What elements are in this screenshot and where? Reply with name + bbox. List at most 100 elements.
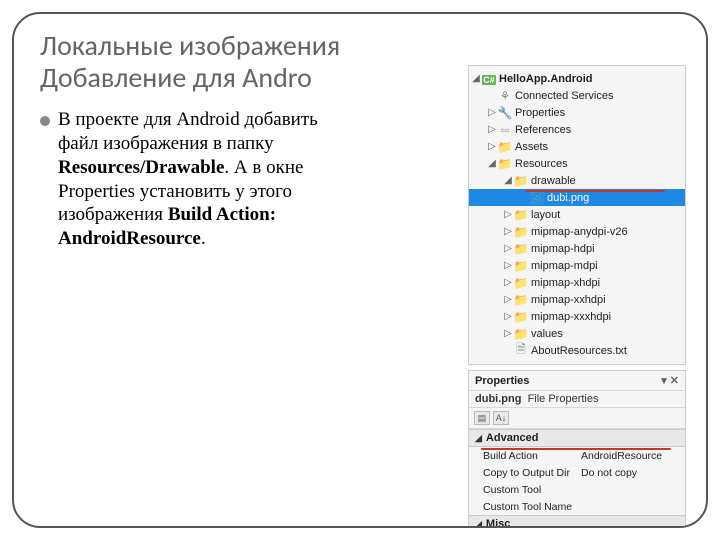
text-file-icon: 🗎 — [513, 340, 529, 361]
csharp-project-icon: C# — [481, 72, 497, 86]
tree-label: dubi.png — [545, 192, 589, 204]
property-row[interactable]: Custom Tool Name — [469, 498, 685, 515]
tree-label: References — [513, 124, 571, 136]
file-type-label: File Properties — [528, 393, 599, 405]
folder-icon: 📁 — [513, 208, 529, 222]
wrench-icon: 🔧 — [497, 106, 513, 120]
folder-icon: 📁 — [513, 293, 529, 307]
tree-item-resources[interactable]: ◢ 📁 Resources — [469, 155, 685, 172]
property-row[interactable]: Copy to Output Dir Do not copy — [469, 464, 685, 481]
properties-header: Properties ▾ ✕ — [469, 371, 685, 391]
solution-explorer-panel: ◢ C# HelloApp.Android ⚘ Connected Servic… — [468, 65, 686, 365]
content-columns: В проекте для Android добавить файл изоб… — [40, 108, 680, 251]
property-key: Custom Tool — [469, 481, 577, 498]
image-file-icon: 🖼 — [529, 191, 545, 205]
tree-label: mipmap-anydpi-v26 — [529, 226, 628, 238]
body-paragraph: В проекте для Android добавить файл изоб… — [58, 108, 360, 251]
selected-file-name: dubi.png — [475, 393, 521, 405]
chevron-down-icon: ◢ — [475, 433, 482, 444]
title-line-1: Локальные изображения — [40, 28, 340, 63]
cloud-icon: ⚘ — [497, 89, 513, 103]
category-label: Misc — [486, 518, 510, 528]
folder-icon: 📁 — [513, 242, 529, 256]
folder-icon: 📁 — [497, 157, 513, 171]
body-bullet: В проекте для Android добавить файл изоб… — [40, 108, 360, 251]
tree-item[interactable]: ▷ 📁 layout — [469, 206, 685, 223]
tree-label: HelloApp.Android — [497, 73, 593, 85]
property-value — [577, 498, 685, 515]
properties-title: Properties — [475, 375, 529, 387]
tree-label: Resources — [513, 158, 568, 170]
categorize-button[interactable]: ▤ — [474, 411, 490, 425]
folder-icon: 📁 — [513, 225, 529, 239]
chevron-down-icon: ◢ — [475, 519, 482, 528]
folder-icon: 📁 — [513, 327, 529, 341]
tree-label: Properties — [513, 107, 565, 119]
chevron-right-icon: ▷ — [503, 260, 513, 271]
chevron-right-icon: ▷ — [503, 277, 513, 288]
tree-label: values — [529, 328, 563, 340]
tree-item[interactable]: 🗎 AboutResources.txt — [469, 342, 685, 359]
bullet-dot-icon — [40, 116, 50, 126]
folder-icon: 📁 — [513, 259, 529, 273]
property-value: Do not copy — [577, 464, 685, 481]
tree-label: mipmap-mdpi — [529, 260, 598, 272]
property-row[interactable]: Custom Tool — [469, 481, 685, 498]
sort-button[interactable]: A↓ — [493, 411, 509, 425]
tree-label: mipmap-xhdpi — [529, 277, 600, 289]
tree-label: AboutResources.txt — [529, 345, 627, 357]
folder-icon: 📁 — [513, 174, 529, 188]
close-icon[interactable]: ▾ ✕ — [661, 374, 679, 387]
properties-subtitle: dubi.png File Properties — [469, 391, 685, 408]
tree-label: mipmap-xxxhdpi — [529, 311, 611, 323]
chevron-down-icon: ◢ — [487, 158, 497, 169]
tree-item[interactable]: ▷ 📁 mipmap-anydpi-v26 — [469, 223, 685, 240]
tree-item[interactable]: ▷ 📁 mipmap-mdpi — [469, 257, 685, 274]
folder-icon: 📁 — [497, 140, 513, 154]
tree-label: layout — [529, 209, 560, 221]
chevron-right-icon: ▷ — [487, 107, 497, 118]
chevron-down-icon: ◢ — [471, 73, 481, 84]
tree-item[interactable]: ⚘ Connected Services — [469, 87, 685, 104]
chevron-right-icon: ▷ — [503, 243, 513, 254]
solution-tree: ◢ C# HelloApp.Android ⚘ Connected Servic… — [469, 66, 685, 363]
tree-label: mipmap-xxhdpi — [529, 294, 606, 306]
chevron-down-icon: ◢ — [503, 175, 513, 186]
property-key: Copy to Output Dir — [469, 464, 577, 481]
folder-icon: 📁 — [513, 276, 529, 290]
tree-label: drawable — [529, 175, 576, 187]
chevron-right-icon: ▷ — [503, 209, 513, 220]
tree-item[interactable]: ▷ 🔧 Properties — [469, 104, 685, 121]
tree-item[interactable]: ▷ 📁 Assets — [469, 138, 685, 155]
chevron-right-icon: ▷ — [503, 311, 513, 322]
tree-label: Connected Services — [513, 90, 613, 102]
tree-label: mipmap-hdpi — [529, 243, 595, 255]
slide-frame: Локальные изображения Добавление для And… — [12, 12, 708, 528]
tree-item[interactable]: ▷ 📁 mipmap-hdpi — [469, 240, 685, 257]
tree-item-project[interactable]: ◢ C# HelloApp.Android — [469, 70, 685, 87]
category-misc[interactable]: ◢ Misc — [469, 515, 685, 528]
body-text-column: В проекте для Android добавить файл изоб… — [40, 108, 360, 251]
title-line-2: Добавление для Andro — [40, 60, 312, 95]
chevron-right-icon: ▷ — [503, 328, 513, 339]
references-icon: ▫▫ — [497, 123, 513, 137]
property-key: Custom Tool Name — [469, 498, 577, 515]
tree-item[interactable]: ▷ 📁 mipmap-xxxhdpi — [469, 308, 685, 325]
tree-item[interactable]: ▷ 📁 mipmap-xhdpi — [469, 274, 685, 291]
chevron-right-icon: ▷ — [487, 141, 497, 152]
tree-item[interactable]: ▷ ▫▫ References — [469, 121, 685, 138]
property-value — [577, 481, 685, 498]
tree-label: Assets — [513, 141, 548, 153]
category-advanced[interactable]: ◢ Advanced — [469, 429, 685, 447]
tree-item-drawable[interactable]: ◢ 📁 drawable — [469, 172, 685, 189]
tree-item[interactable]: ▷ 📁 mipmap-xxhdpi — [469, 291, 685, 308]
chevron-right-icon: ▷ — [503, 226, 513, 237]
folder-icon: 📁 — [513, 310, 529, 324]
category-label: Advanced — [486, 432, 539, 444]
properties-toolbar: ▤ A↓ — [469, 408, 685, 429]
tree-item[interactable]: ▷ 📁 values — [469, 325, 685, 342]
chevron-right-icon: ▷ — [503, 294, 513, 305]
chevron-right-icon: ▷ — [487, 124, 497, 135]
screenshots-column: ◢ C# HelloApp.Android ⚘ Connected Servic… — [378, 108, 680, 251]
properties-panel: Properties ▾ ✕ dubi.png File Properties … — [468, 370, 686, 528]
